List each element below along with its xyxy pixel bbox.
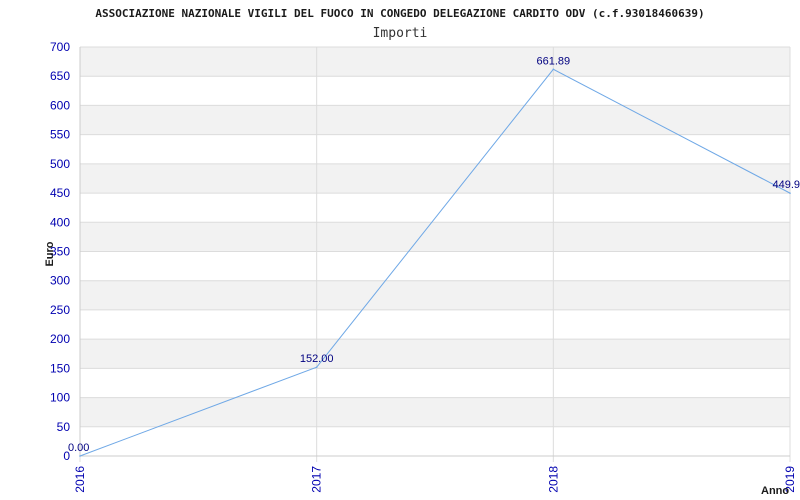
x-tick-label: 2018 (546, 466, 560, 493)
y-tick-label: 700 (50, 40, 70, 54)
y-axis-label: Euro (44, 241, 56, 266)
plot-band (80, 339, 790, 369)
line-chart: 0501001502002503003504004505005506006507… (44, 7, 800, 497)
plot-band (80, 368, 790, 398)
plot-band (80, 309, 790, 340)
chart-title: ASSOCIAZIONE NAZIONALE VIGILI DEL FUOCO … (95, 7, 704, 20)
y-tick-label: 500 (50, 157, 70, 171)
data-point (79, 455, 81, 457)
y-tick-label: 100 (50, 391, 70, 405)
y-tick-label: 250 (50, 303, 70, 317)
y-tick-label: 150 (50, 361, 70, 375)
x-tick-label: 2016 (73, 466, 87, 493)
data-label: 152.00 (300, 353, 334, 365)
plot-band (80, 280, 790, 310)
data-label: 449.9 (772, 179, 800, 191)
chart-subtitle: Importi (373, 26, 428, 41)
data-label: 0.00 (68, 442, 89, 454)
plot-band (80, 163, 790, 194)
plot-band (80, 426, 790, 456)
x-axis-label: Anno (761, 485, 789, 497)
data-point (315, 366, 318, 368)
y-tick-label: 200 (50, 332, 70, 346)
plot-band (80, 76, 790, 106)
y-tick-label: 650 (50, 69, 70, 83)
plot-band (80, 134, 790, 164)
y-tick-label: 300 (50, 274, 70, 288)
y-tick-label: 450 (50, 186, 70, 200)
x-tick-label: 2017 (310, 466, 324, 493)
plot-band (80, 251, 790, 281)
plot-band (80, 222, 790, 252)
y-tick-label: 400 (50, 215, 70, 229)
y-tick-label: 550 (50, 128, 70, 142)
x-axis-ticks: 2016 2017 2018 2019 (73, 466, 797, 493)
plot-band (80, 47, 790, 77)
plot-band (80, 105, 790, 135)
data-label: 661.89 (537, 55, 571, 67)
data-point (552, 68, 555, 71)
data-point (789, 192, 791, 194)
y-tick-label: 50 (57, 420, 71, 434)
plot-band (80, 397, 790, 427)
y-tick-label: 600 (50, 98, 70, 112)
